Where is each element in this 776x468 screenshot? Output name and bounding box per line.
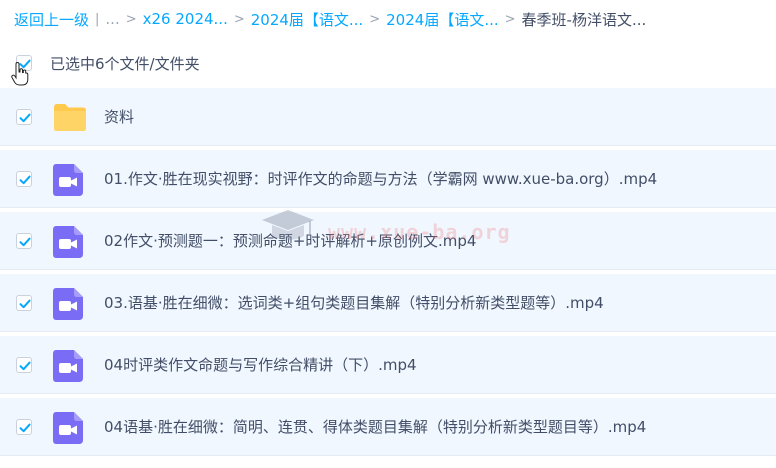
check-icon bbox=[19, 361, 31, 371]
chevron-right-icon: > bbox=[369, 11, 381, 27]
row-checkbox[interactable] bbox=[16, 233, 32, 249]
breadcrumb-item-1[interactable]: x26 2024... bbox=[143, 10, 228, 28]
file-name[interactable]: 03.语基·胜在细微：选词类+组句类题目集解（特别分析新类型题等）.mp4 bbox=[104, 274, 604, 332]
file-row[interactable]: 01.作文·胜在现实视野：时评作文的命题与方法（学霸网 www.xue-ba.o… bbox=[0, 150, 776, 208]
row-checkbox[interactable] bbox=[16, 295, 32, 311]
breadcrumb-back-link[interactable]: 返回上一级 bbox=[14, 9, 89, 30]
video-camera-icon bbox=[53, 164, 83, 196]
chevron-right-icon: > bbox=[125, 11, 137, 27]
breadcrumb-ellipsis[interactable]: ... bbox=[105, 10, 119, 28]
breadcrumb-divider: | bbox=[95, 11, 100, 27]
video-camera-icon bbox=[53, 288, 83, 320]
file-name[interactable]: 02作文·预测题一：预测命题+时评解析+原创例文.mp4 bbox=[104, 212, 476, 270]
selection-count-label: 已选中6个文件/文件夹 bbox=[50, 54, 200, 73]
video-camera-icon bbox=[53, 350, 83, 382]
check-icon bbox=[19, 113, 31, 123]
breadcrumb: 返回上一级 | ... > x26 2024... > 2024届【语文... … bbox=[14, 8, 646, 30]
chevron-right-icon: > bbox=[504, 11, 516, 27]
row-checkbox[interactable] bbox=[16, 109, 32, 125]
check-icon bbox=[19, 423, 31, 433]
breadcrumb-item-2[interactable]: 2024届【语文... bbox=[251, 9, 363, 30]
check-icon bbox=[19, 175, 31, 185]
file-row[interactable]: 04时评类作文命题与写作综合精讲（下）.mp4 bbox=[0, 336, 776, 394]
file-name[interactable]: 04时评类作文命题与写作综合精讲（下）.mp4 bbox=[104, 336, 417, 394]
file-row[interactable]: 03.语基·胜在细微：选词类+组句类题目集解（特别分析新类型题等）.mp4 bbox=[0, 274, 776, 332]
file-row[interactable]: 02作文·预测题一：预测命题+时评解析+原创例文.mp4 bbox=[0, 212, 776, 270]
row-checkbox[interactable] bbox=[16, 357, 32, 373]
row-checkbox[interactable] bbox=[16, 171, 32, 187]
file-row[interactable]: 04语基·胜在细微：简明、连贯、得体类题目集解（特别分析新类型题目等）.mp4 bbox=[0, 398, 776, 456]
hand-pointer-icon bbox=[11, 62, 29, 86]
breadcrumb-current: 春季班-杨洋语文... bbox=[521, 10, 647, 29]
video-camera-icon bbox=[53, 412, 83, 444]
folder-icon bbox=[54, 104, 86, 131]
check-icon bbox=[19, 237, 31, 247]
chevron-right-icon: > bbox=[233, 11, 245, 27]
check-icon bbox=[19, 299, 31, 309]
breadcrumb-item-3[interactable]: 2024届【语文... bbox=[386, 9, 498, 30]
video-camera-icon bbox=[53, 226, 83, 258]
file-name[interactable]: 01.作文·胜在现实视野：时评作文的命题与方法（学霸网 www.xue-ba.o… bbox=[104, 150, 657, 208]
selection-bar: 已选中6个文件/文件夹 bbox=[0, 48, 776, 78]
row-checkbox[interactable] bbox=[16, 419, 32, 435]
file-row-folder[interactable]: 资料 bbox=[0, 88, 776, 146]
file-name[interactable]: 资料 bbox=[104, 88, 134, 146]
file-name[interactable]: 04语基·胜在细微：简明、连贯、得体类题目集解（特别分析新类型题目等）.mp4 bbox=[104, 398, 646, 456]
